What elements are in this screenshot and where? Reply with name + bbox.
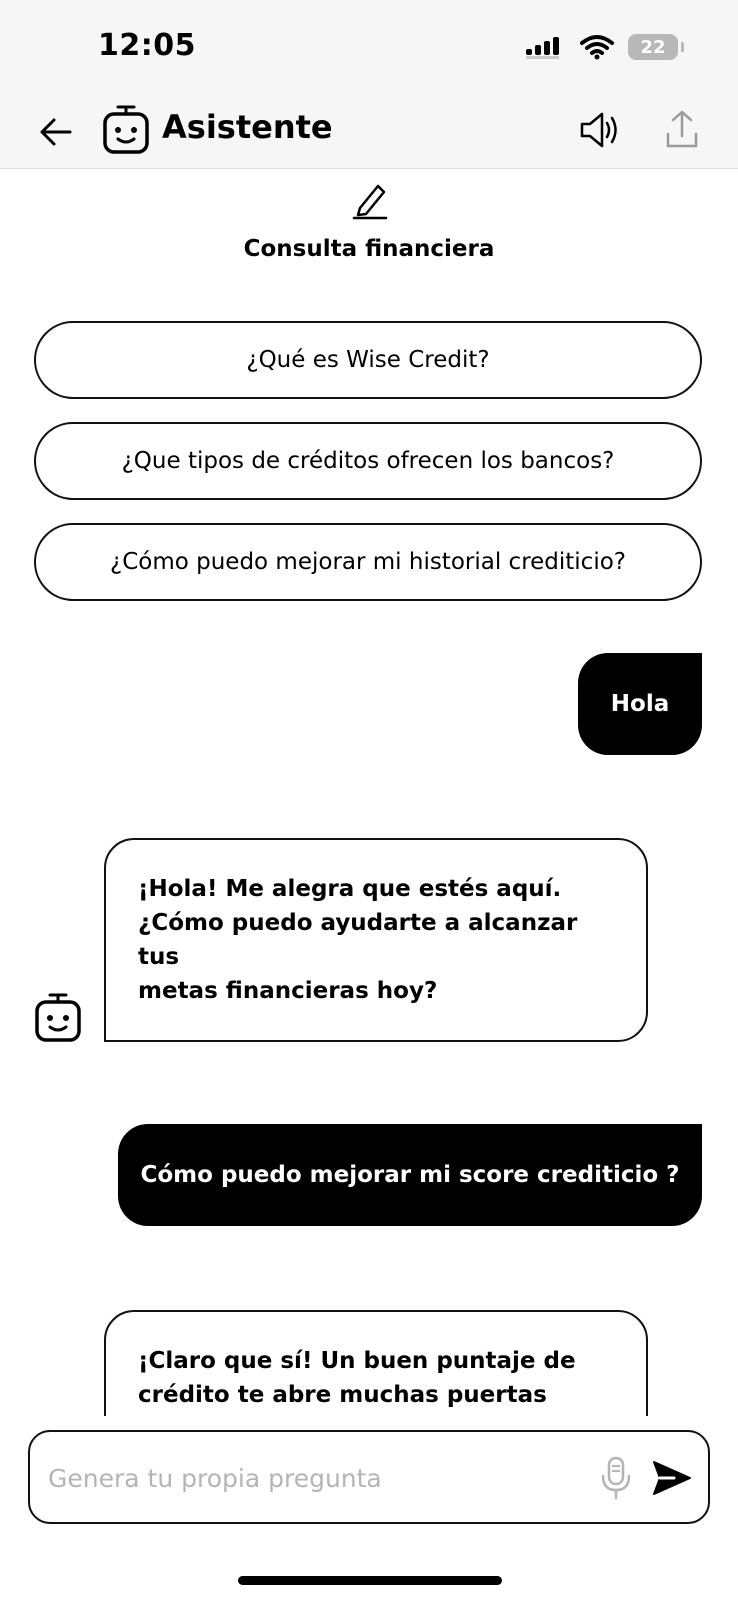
battery-indicator: 22	[628, 34, 684, 60]
robot-face-icon	[35, 993, 81, 1042]
message-composer	[28, 1430, 710, 1524]
message-input[interactable]	[46, 1454, 570, 1502]
suggestion-chip[interactable]: ¿Cómo puedo mejorar mi historial crediti…	[34, 523, 702, 601]
wifi-icon	[580, 35, 614, 60]
status-time: 12:05	[98, 28, 196, 63]
suggestion-chip[interactable]: ¿Que tipos de créditos ofrecen los banco…	[34, 422, 702, 500]
robot-face-icon	[103, 105, 149, 154]
status-icons: 22	[526, 34, 684, 60]
bot-message: ¡Hola! Me alegra que estés aquí. ¿Cómo p…	[104, 838, 648, 1042]
send-icon[interactable]	[650, 1458, 694, 1498]
bot-message-line: ¿Cómo puedo ayudarte a alcanzar tus	[138, 910, 578, 970]
user-message: Hola	[578, 653, 702, 755]
bot-message-line: crédito te abre muchas puertas	[138, 1382, 547, 1408]
app-header: Asistente	[0, 100, 738, 169]
section-title: Consulta financiera	[243, 236, 495, 262]
speaker-icon[interactable]	[578, 110, 622, 150]
home-indicator	[238, 1576, 502, 1585]
bot-message: ¡Claro que sí! Un buen puntaje de crédit…	[104, 1310, 648, 1416]
pencil-icon[interactable]	[350, 180, 390, 220]
chat-scroll-area[interactable]: Consulta financiera ¿Qué es Wise Credit?…	[0, 169, 738, 1416]
bot-message-line: ¡Hola! Me alegra que estés aquí.	[138, 876, 562, 902]
suggestion-chip[interactable]: ¿Qué es Wise Credit?	[34, 321, 702, 399]
bot-message-line: ¡Claro que sí! Un buen puntaje de	[138, 1348, 576, 1374]
signal-icon	[526, 37, 559, 59]
microphone-icon[interactable]	[598, 1456, 634, 1500]
status-bar: 12:05 22	[0, 0, 738, 100]
bot-message-line: metas financieras hoy?	[138, 978, 438, 1004]
share-icon[interactable]	[662, 108, 702, 152]
page-title: Asistente	[162, 108, 333, 146]
user-message: Cómo puedo mejorar mi score crediticio ?	[118, 1124, 702, 1226]
arrow-left-icon[interactable]	[36, 112, 76, 152]
